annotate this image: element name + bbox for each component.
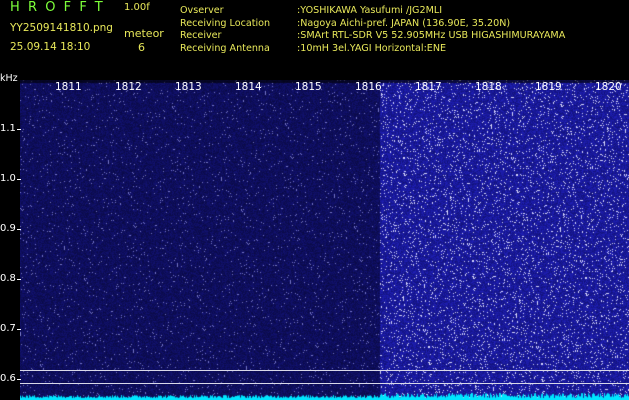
meta-key: Ovserver — [180, 5, 224, 16]
y-tick-label: 0.8 — [0, 273, 16, 284]
file-name: YY2509141810.png — [10, 22, 113, 34]
x-tick-label: 1814 — [235, 81, 262, 93]
meta-value: :YOSHIKAWA Yasufumi /JG2MLI — [297, 5, 443, 16]
y-tick-mark — [17, 329, 21, 330]
x-tick-label: 1811 — [55, 81, 82, 93]
x-tick-label: 1819 — [535, 81, 562, 93]
meta-value: :10mH 3el.YAGI Horizontal:ENE — [297, 42, 447, 54]
x-tick-label: 1817 — [415, 81, 442, 93]
app-version: 1.00f — [124, 2, 150, 13]
date-time: 25.09.14 18:10 — [10, 41, 91, 53]
meta-value: :Nagoya Aichi-pref. JAPAN (136.90E, 35.2… — [297, 17, 511, 29]
spectrogram-canvas — [20, 80, 629, 400]
y-tick-label: 0.6 — [0, 373, 16, 384]
meteor-count: 6 — [138, 41, 145, 54]
app-logo: HROFFT — [10, 0, 111, 15]
y-tick-label: 0.9 — [0, 223, 16, 234]
y-tick-label: 1.0 — [0, 173, 16, 184]
meteor-label: meteor — [124, 27, 164, 40]
x-tick-label: 1818 — [475, 81, 502, 93]
x-tick-label: 1812 — [115, 81, 142, 93]
x-tick-label: 1815 — [295, 81, 322, 93]
y-tick-mark — [17, 379, 21, 380]
meta-key: Receiving Location — [180, 17, 271, 29]
y-tick-mark — [17, 129, 21, 130]
x-tick-label: 1813 — [175, 81, 202, 93]
y-tick-label: 1.1 — [0, 123, 16, 134]
meta-key: Receiver — [180, 30, 222, 42]
meta-key: Receiving Antenna — [180, 42, 270, 54]
reference-line — [20, 383, 629, 384]
spectrogram — [20, 80, 629, 400]
y-tick-label: 0.7 — [0, 323, 16, 334]
y-tick-mark — [17, 179, 21, 180]
x-tick-label: 1816 — [355, 81, 382, 93]
y-tick-mark — [17, 279, 21, 280]
y-tick-mark — [17, 229, 21, 230]
reference-line — [20, 370, 629, 371]
meta-value: :SMArt RTL-SDR V5 52.905MHz USB HIGASHIM… — [297, 30, 566, 42]
y-axis-unit: kHz — [0, 73, 18, 84]
header-panel: HROFFT 1.00f YY2509141810.png 25.09.14 1… — [0, 0, 629, 80]
x-tick-label: 1820 — [595, 81, 622, 93]
